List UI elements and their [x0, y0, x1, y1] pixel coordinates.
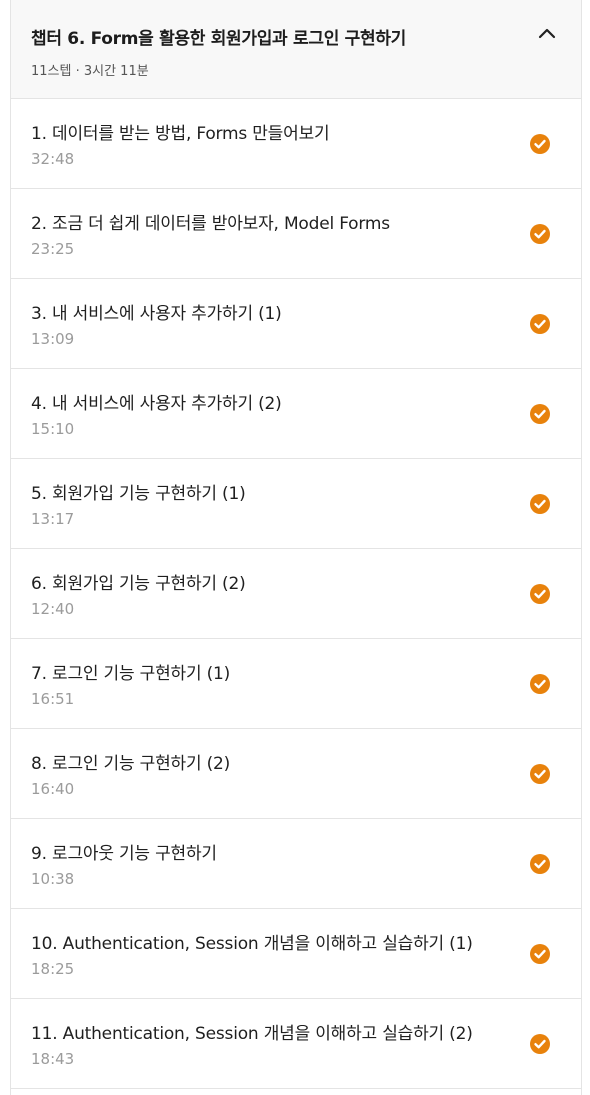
check-circle-icon — [530, 314, 550, 334]
check-circle-icon — [530, 764, 550, 784]
lesson-title: 8. 로그인 기능 구현하기 (2) — [31, 754, 231, 774]
lesson-duration: 18:43 — [31, 1050, 75, 1068]
lesson-item[interactable]: 10. Authentication, Session 개념을 이해하고 실습하… — [11, 909, 581, 999]
lesson-title: 5. 회원가입 기능 구현하기 (1) — [31, 484, 246, 504]
lesson-item[interactable]: 11. Authentication, Session 개념을 이해하고 실습하… — [11, 999, 581, 1089]
lesson-duration: 12:40 — [31, 600, 75, 618]
lesson-item[interactable]: 6. 회원가입 기능 구현하기 (2) 12:40 — [11, 549, 581, 639]
check-circle-icon — [530, 224, 550, 244]
chapter-title: 챕터 6. Form을 활용한 회원가입과 로그인 구현하기 — [31, 29, 407, 49]
chapter-meta: 11스텝 · 3시간 11분 — [31, 64, 149, 79]
lesson-title: 1. 데이터를 받는 방법, Forms 만들어보기 — [31, 124, 330, 144]
check-circle-icon — [530, 584, 550, 604]
lesson-title: 4. 내 서비스에 사용자 추가하기 (2) — [31, 394, 282, 414]
curriculum-panel: 챕터 6. Form을 활용한 회원가입과 로그인 구현하기 11스텝 · 3시… — [10, 0, 582, 1095]
lesson-item[interactable]: 2. 조금 더 쉽게 데이터를 받아보자, Model Forms 23:25 — [11, 189, 581, 279]
lesson-title: 9. 로그아웃 기능 구현하기 — [31, 844, 217, 864]
check-circle-icon — [530, 404, 550, 424]
check-circle-icon — [530, 494, 550, 514]
lesson-item[interactable]: 8. 로그인 기능 구현하기 (2) 16:40 — [11, 729, 581, 819]
lesson-duration: 13:17 — [31, 510, 75, 528]
lesson-duration: 13:09 — [31, 330, 75, 348]
lesson-item[interactable]: 1. 데이터를 받는 방법, Forms 만들어보기 32:48 — [11, 99, 581, 189]
lesson-title: 6. 회원가입 기능 구현하기 (2) — [31, 574, 246, 594]
lesson-item[interactable]: 3. 내 서비스에 사용자 추가하기 (1) 13:09 — [11, 279, 581, 369]
lesson-title: 7. 로그인 기능 구현하기 (1) — [31, 664, 231, 684]
check-circle-icon — [530, 674, 550, 694]
lesson-duration: 16:51 — [31, 690, 75, 708]
lesson-duration: 32:48 — [31, 150, 75, 168]
lesson-title: 11. Authentication, Session 개념을 이해하고 실습하… — [31, 1024, 473, 1044]
check-circle-icon — [530, 854, 550, 874]
lesson-list: 1. 데이터를 받는 방법, Forms 만들어보기 32:48 2. 조금 더 쉽… — [11, 99, 581, 1089]
lesson-duration: 10:38 — [31, 870, 75, 888]
lesson-title: 2. 조금 더 쉽게 데이터를 받아보자, Model Forms — [31, 214, 390, 234]
check-circle-icon — [530, 1034, 550, 1054]
lesson-item[interactable]: 4. 내 서비스에 사용자 추가하기 (2) 15:10 — [11, 369, 581, 459]
chapter-header[interactable]: 챕터 6. Form을 활용한 회원가입과 로그인 구현하기 11스텝 · 3시… — [11, 0, 581, 99]
lesson-duration: 18:25 — [31, 960, 75, 978]
lesson-title: 3. 내 서비스에 사용자 추가하기 (1) — [31, 304, 282, 324]
lesson-duration: 23:25 — [31, 240, 75, 258]
chevron-up-icon[interactable] — [537, 26, 557, 40]
lesson-duration: 15:10 — [31, 420, 75, 438]
check-circle-icon — [530, 134, 550, 154]
lesson-item[interactable]: 9. 로그아웃 기능 구현하기 10:38 — [11, 819, 581, 909]
check-circle-icon — [530, 944, 550, 964]
lesson-item[interactable]: 5. 회원가입 기능 구현하기 (1) 13:17 — [11, 459, 581, 549]
lesson-item[interactable]: 7. 로그인 기능 구현하기 (1) 16:51 — [11, 639, 581, 729]
lesson-title: 10. Authentication, Session 개념을 이해하고 실습하… — [31, 934, 473, 954]
lesson-duration: 16:40 — [31, 780, 75, 798]
